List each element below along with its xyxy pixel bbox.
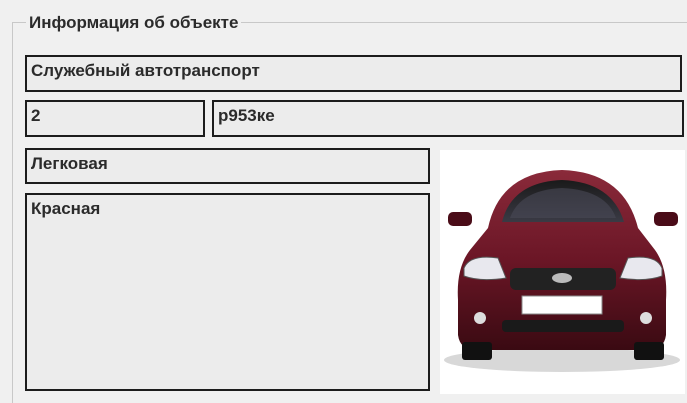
color-field[interactable]: Красная bbox=[25, 193, 430, 391]
car-icon bbox=[444, 170, 680, 372]
name-field[interactable]: Служебный автотранспорт bbox=[25, 55, 682, 92]
number-field[interactable]: 2 bbox=[25, 100, 205, 137]
car-photo bbox=[440, 150, 685, 394]
plate-field[interactable]: р953ке bbox=[212, 100, 684, 137]
type-field[interactable]: Легковая bbox=[25, 148, 430, 184]
group-title: Информация об объекте bbox=[26, 12, 242, 34]
